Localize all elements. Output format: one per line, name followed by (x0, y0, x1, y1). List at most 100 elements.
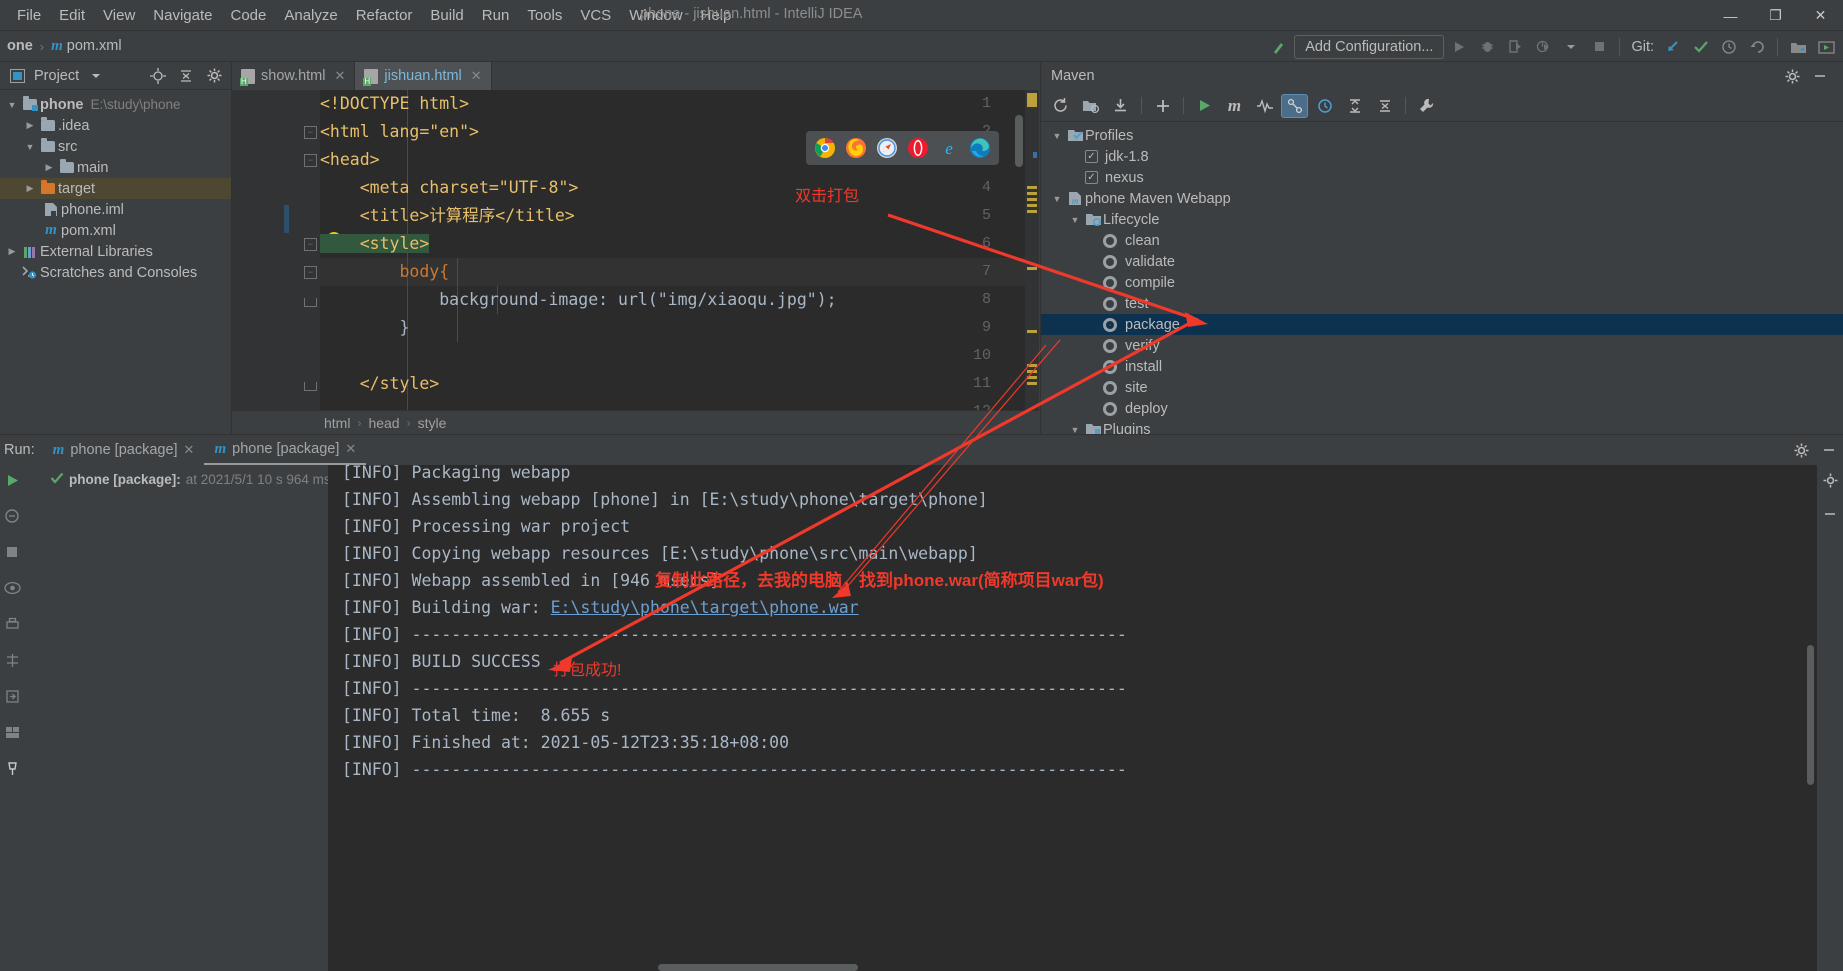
collapse-all-icon[interactable] (1371, 94, 1398, 118)
git-history-icon[interactable] (1716, 35, 1742, 59)
git-rollback-icon[interactable] (1744, 35, 1770, 59)
menu-item-run[interactable]: Run (473, 4, 519, 27)
tree-item-scratches-and-consoles[interactable]: Scratches and Consoles (0, 262, 231, 283)
build-hammer-icon[interactable] (1266, 35, 1292, 59)
debug-icon[interactable] (1474, 35, 1500, 59)
maven-goal-site[interactable]: site (1041, 377, 1843, 398)
breadcrumb-style[interactable]: style (418, 415, 447, 431)
run-tab-1[interactable]: m phone [package] ✕ (43, 435, 205, 465)
git-update-icon[interactable] (1660, 35, 1686, 59)
search-everywhere-icon[interactable] (1785, 35, 1811, 59)
toggle-skip-tests-icon[interactable] (1251, 94, 1278, 118)
gear-icon[interactable] (1779, 64, 1806, 88)
menu-item-tools[interactable]: Tools (518, 4, 571, 27)
tree-item-main[interactable]: ▶ main (0, 157, 231, 178)
stop-icon[interactable] (1586, 35, 1612, 59)
maven-goal-install[interactable]: install (1041, 356, 1843, 377)
run-icon[interactable] (1446, 35, 1472, 59)
opera-icon[interactable] (907, 137, 929, 159)
edge-icon[interactable] (969, 137, 991, 159)
close-icon[interactable]: ✕ (1798, 0, 1843, 31)
tree-item-idea[interactable]: ▶ .idea (0, 115, 231, 136)
run-result-item[interactable]: phone [package]: at 2021/5/1 10 s 964 ms (24, 469, 331, 489)
tab-show-html[interactable]: show.html ✕ (232, 62, 356, 90)
checkbox-checked-icon[interactable]: ✓ (1085, 150, 1098, 163)
fold-handle-icon[interactable]: − (304, 266, 317, 279)
console-scrollbar-thumb[interactable] (1807, 645, 1814, 785)
export-icon[interactable] (3, 687, 21, 705)
stop-icon[interactable] (3, 543, 21, 561)
maven-goal-test[interactable]: test (1041, 293, 1843, 314)
maven-goal-compile[interactable]: compile (1041, 272, 1843, 293)
breadcrumb-item-project[interactable]: one (4, 37, 36, 55)
menu-item-vcs[interactable]: VCS (571, 4, 620, 27)
maven-goal-validate[interactable]: validate (1041, 251, 1843, 272)
checkbox-checked-icon[interactable]: ✓ (1085, 171, 1098, 184)
chevron-down-icon[interactable] (85, 66, 107, 86)
close-tab-icon[interactable]: ✕ (471, 68, 482, 84)
ie-icon[interactable]: e (938, 137, 960, 159)
gear-icon[interactable] (1787, 437, 1815, 463)
war-path-link[interactable]: E:\study\phone\target\phone.war (551, 598, 859, 617)
expand-twisty-icon[interactable]: ▶ (4, 246, 20, 257)
tree-item-pom-xml[interactable]: m pom.xml (0, 220, 231, 241)
settings-gear-icon[interactable] (1821, 471, 1839, 489)
error-stripe-gutter[interactable] (1025, 90, 1039, 434)
menu-item-build[interactable]: Build (421, 4, 472, 27)
thread-dump-icon[interactable] (3, 651, 21, 669)
expand-twisty-icon[interactable]: ▶ (22, 183, 38, 194)
expand-twisty-icon[interactable]: ▼ (22, 142, 38, 152)
run-maven-goal-icon[interactable] (1191, 94, 1218, 118)
maven-node-phone-webapp[interactable]: ▼ m phone Maven Webapp (1041, 188, 1843, 209)
tree-item-external-libraries[interactable]: ▶ External Libraries (0, 241, 231, 262)
toggle-soft-wrap-icon[interactable] (3, 579, 21, 597)
close-tab-icon[interactable]: ✕ (345, 441, 356, 457)
maven-node-lifecycle[interactable]: ▼ Lifecycle (1041, 209, 1843, 230)
print-icon[interactable] (3, 615, 21, 633)
close-tab-icon[interactable]: ✕ (334, 68, 345, 84)
expand-twisty-icon[interactable]: ▼ (4, 100, 20, 110)
maximize-icon[interactable]: ❐ (1753, 0, 1798, 31)
maven-settings-icon[interactable] (1311, 94, 1338, 118)
chrome-icon[interactable] (814, 137, 836, 159)
menu-item-refactor[interactable]: Refactor (347, 4, 422, 27)
maven-goal-deploy[interactable]: deploy (1041, 398, 1843, 419)
maven-tools-wrench-icon[interactable] (1413, 94, 1440, 118)
minimize-panel-icon[interactable] (1821, 505, 1839, 523)
fold-handle-icon[interactable]: − (304, 154, 317, 167)
console-horizontal-scrollbar[interactable] (658, 964, 858, 971)
expand-twisty-icon[interactable]: ▼ (1049, 194, 1065, 204)
menu-item-view[interactable]: View (94, 4, 144, 27)
run-console-output[interactable]: [INFO] Packaging webapp [INFO] Assemblin… (328, 465, 1817, 971)
maven-goal-package[interactable]: package (1041, 314, 1843, 335)
open-preview-icon[interactable] (1813, 35, 1839, 59)
menu-item-navigate[interactable]: Navigate (144, 4, 221, 27)
generate-sources-icon[interactable] (1077, 94, 1104, 118)
menu-item-analyze[interactable]: Analyze (275, 4, 346, 27)
reload-projects-icon[interactable] (1047, 94, 1074, 118)
firefox-icon[interactable] (845, 137, 867, 159)
execute-maven-goal-icon[interactable]: m (1221, 94, 1248, 118)
hide-panel-icon[interactable] (1815, 437, 1843, 463)
rerun-icon[interactable] (3, 471, 21, 489)
profiler-dropdown-icon[interactable] (1558, 35, 1584, 59)
download-sources-icon[interactable] (1107, 94, 1134, 118)
breadcrumb-html[interactable]: html (324, 415, 350, 431)
layout-icon[interactable] (3, 723, 21, 741)
fold-handle-icon[interactable]: − (304, 238, 317, 251)
show-dependencies-icon[interactable] (1281, 93, 1308, 118)
menu-item-file[interactable]: File (8, 4, 50, 27)
add-maven-project-icon[interactable] (1149, 94, 1176, 118)
expand-twisty-icon[interactable]: ▼ (1049, 131, 1065, 141)
profiler-icon[interactable] (1530, 35, 1556, 59)
close-tab-icon[interactable]: ✕ (184, 442, 195, 458)
expand-twisty-icon[interactable]: ▼ (1067, 425, 1083, 435)
hide-panel-icon[interactable] (1806, 64, 1833, 88)
fold-handle-icon[interactable]: − (304, 126, 317, 139)
tab-jishuan-html[interactable]: jishuan.html ✕ (355, 62, 492, 90)
maven-profile-jdk18[interactable]: ✓ jdk-1.8 (1041, 146, 1843, 167)
maven-node-profiles[interactable]: ▼ Profiles (1041, 125, 1843, 146)
maven-goal-clean[interactable]: clean (1041, 230, 1843, 251)
tree-item-target[interactable]: ▶ target (0, 178, 231, 199)
safari-icon[interactable] (876, 137, 898, 159)
